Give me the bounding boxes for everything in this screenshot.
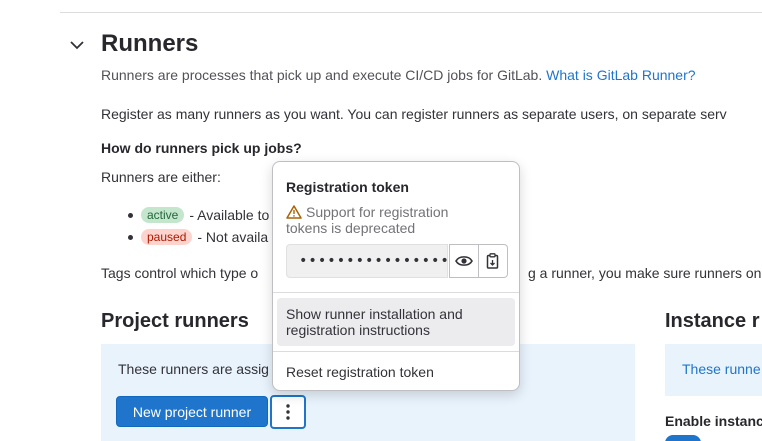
list-item: active - Available to (128, 204, 269, 226)
ellipsis-v-icon (286, 404, 290, 420)
deprecation-warning: Support for registration tokens is depre… (286, 204, 486, 236)
alert-text: These runne (682, 361, 761, 377)
warning-icon (286, 205, 302, 219)
reset-token-item[interactable]: Reset registration token (277, 358, 515, 386)
project-runners-heading: Project runners (101, 310, 249, 332)
token-input-group: •••••••••••••••• (286, 244, 508, 278)
bullet-text: - Not availa (197, 229, 269, 245)
bullet-dot (128, 212, 133, 218)
runner-status-list: active - Available to paused - Not avail… (128, 204, 269, 248)
copy-to-clipboard-icon (486, 253, 498, 269)
dropdown-divider (273, 292, 519, 293)
description-text: Runners are processes that pick up and e… (101, 67, 543, 83)
enable-instance-runners-label: Enable instanc (665, 413, 762, 429)
section-description: Runners are processes that pick up and e… (101, 67, 696, 83)
tags-text-right: g a runner, you make sure runners on (528, 265, 762, 281)
registration-token-field[interactable]: •••••••••••••••• (286, 244, 449, 278)
reveal-token-button[interactable] (449, 244, 479, 278)
chevron-down-icon[interactable] (68, 38, 86, 52)
top-divider (60, 12, 762, 13)
copy-token-button[interactable] (478, 244, 508, 278)
list-item: paused - Not availa (128, 226, 269, 248)
more-actions-button[interactable] (270, 395, 306, 429)
registration-token-dropdown: Registration token Support for registrat… (272, 161, 520, 391)
section-title: Runners (101, 30, 199, 57)
alert-text: These runners are assig (118, 361, 269, 377)
enable-instance-runners-toggle[interactable] (665, 435, 701, 441)
warning-text: Support for registration tokens is depre… (286, 204, 449, 236)
dropdown-title: Registration token (286, 179, 409, 195)
how-heading: How do runners pick up jobs? (101, 140, 302, 156)
instance-runners-heading: Instance r (665, 310, 760, 332)
register-text: Register as many runners as you want. Yo… (101, 106, 727, 122)
bullet-dot (128, 234, 133, 240)
new-project-runner-button[interactable]: New project runner (116, 396, 268, 427)
paused-badge: paused (141, 229, 193, 245)
active-badge: active (141, 207, 185, 223)
what-is-runner-link[interactable]: What is GitLab Runner? (546, 67, 695, 83)
show-instructions-item[interactable]: Show runner installation and registratio… (277, 298, 515, 346)
tags-text-left: Tags control which type o (101, 265, 259, 281)
dropdown-divider (273, 351, 519, 352)
either-text: Runners are either: (101, 169, 221, 185)
bullet-text: - Available to (189, 207, 270, 223)
eye-icon (454, 256, 473, 266)
instance-runners-alert: These runne (665, 344, 762, 396)
